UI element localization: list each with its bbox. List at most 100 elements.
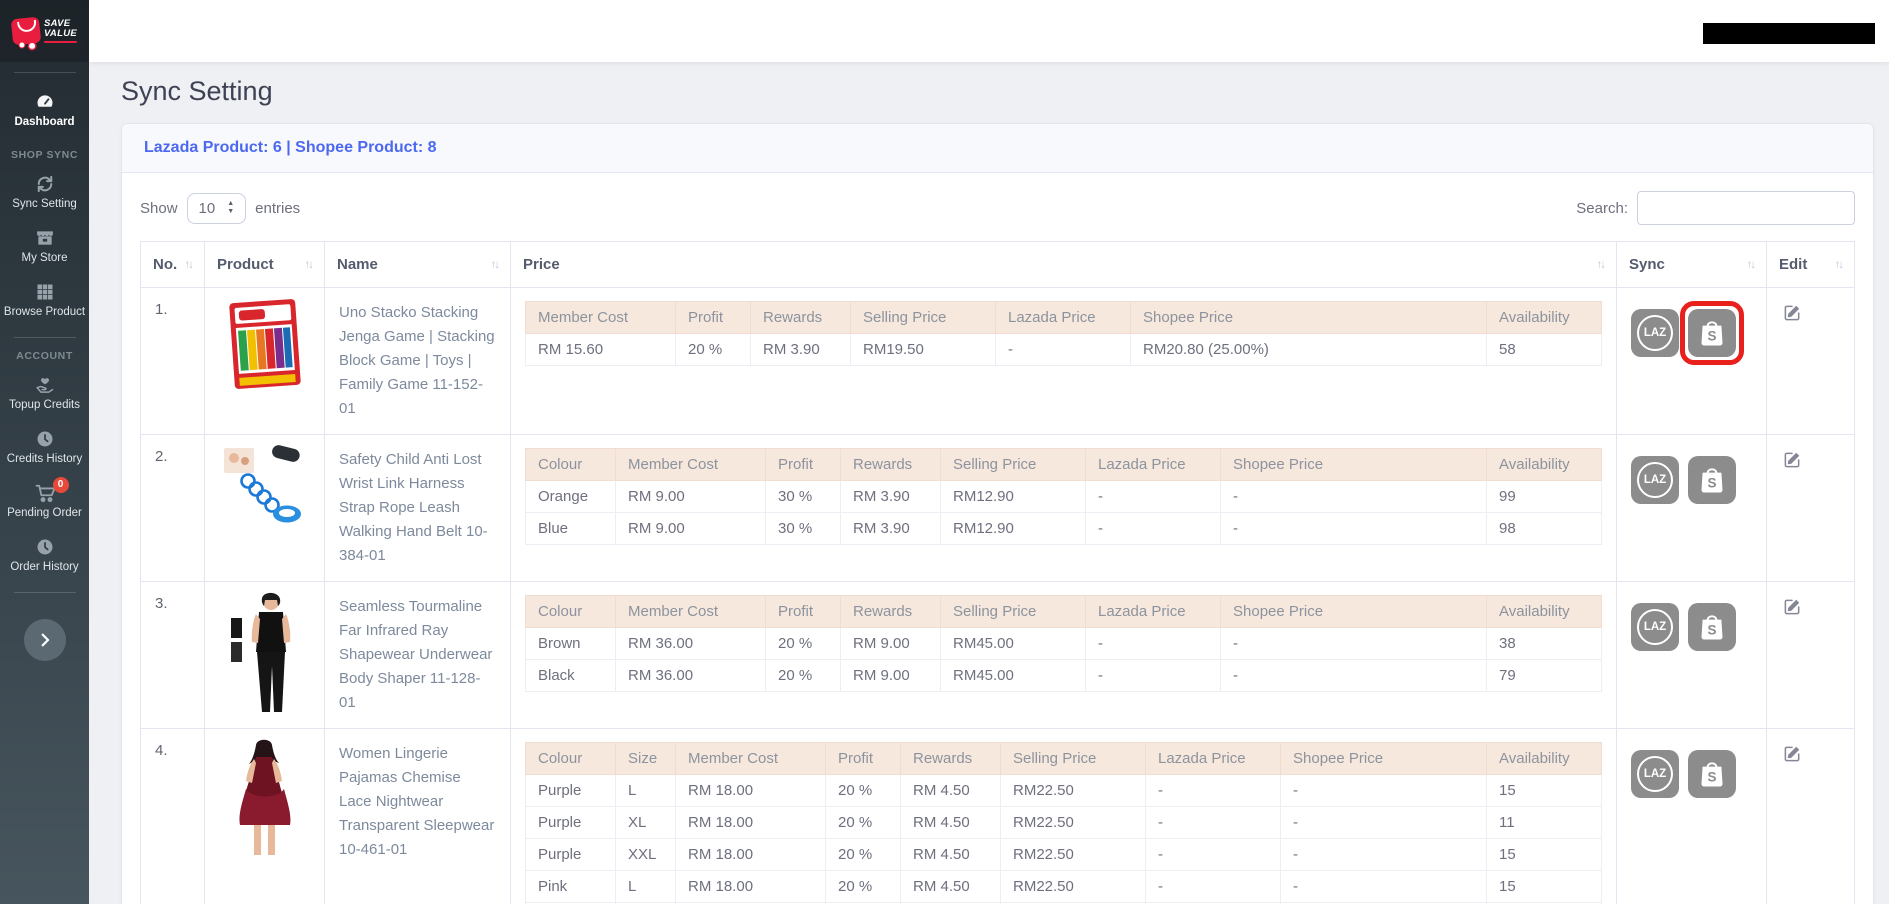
page-size-select[interactable]: 10 ▲ ▼: [186, 192, 247, 224]
price-column-colour: Colour: [525, 448, 616, 481]
price-cell: RM12.90: [940, 512, 1086, 545]
shopee-sync-button[interactable]: S: [1688, 750, 1736, 798]
price-cell: 11: [1486, 806, 1602, 839]
row-number: 3.: [140, 581, 205, 729]
sort-icon: ↑↓: [1834, 258, 1844, 271]
shopee-sync-button[interactable]: S: [1688, 603, 1736, 651]
column-header-price[interactable]: Price ↑↓: [510, 241, 1617, 288]
grid-icon: [35, 282, 55, 302]
store-icon: [35, 228, 55, 248]
sidebar-item-pending-order[interactable]: 0 Pending Order: [0, 474, 89, 528]
price-cell: 15: [1486, 838, 1602, 871]
price-cell: RM22.50: [1000, 870, 1146, 903]
price-cell: -: [1280, 806, 1487, 839]
table-controls: Show 10 ▲ ▼ entries Search:: [140, 191, 1855, 225]
column-header-name[interactable]: Name ↑↓: [324, 241, 511, 288]
price-cell: 20 %: [765, 659, 841, 692]
search-input[interactable]: [1637, 191, 1855, 225]
price-row: Blue RM 9.00 30 % RM 3.90 RM12.90- -98: [525, 512, 1602, 545]
price-cell: Pink: [525, 870, 616, 903]
lazada-sync-button[interactable]: LAZ: [1631, 603, 1679, 651]
price-cell: -: [1280, 870, 1487, 903]
price-cell: RM45.00: [940, 659, 1086, 692]
price-row: Brown RM 36.00 20 % RM 9.00 RM45.00- -38: [525, 627, 1602, 660]
edit-button[interactable]: [1781, 595, 1804, 621]
price-cell: -: [1280, 838, 1487, 871]
brand-logo[interactable]: SAVE VALUE: [0, 0, 89, 62]
lazada-sync-button[interactable]: LAZ: [1631, 456, 1679, 504]
cart-icon: 0: [35, 477, 69, 503]
sidebar-item-my-store[interactable]: My Store: [0, 219, 89, 273]
price-cell: RM 3.90: [840, 480, 941, 513]
price-column-colour: Colour: [525, 742, 616, 775]
price-cell: -: [1145, 870, 1281, 903]
price-cell: RM 3.90: [840, 512, 941, 545]
edit-button[interactable]: [1781, 742, 1804, 768]
price-cell: L: [615, 870, 676, 903]
column-header-product[interactable]: Product ↑↓: [204, 241, 325, 288]
price-column-selling-price: Selling Price: [940, 595, 1086, 628]
sidebar-item-browse-product[interactable]: Browse Product: [0, 273, 89, 327]
sidebar-expand-button[interactable]: [23, 619, 66, 661]
sidebar-item-topup-credits[interactable]: Topup Credits: [0, 366, 89, 420]
price-column-profit: Profit: [675, 301, 751, 334]
product-image: [215, 737, 314, 859]
product-image: [215, 590, 314, 716]
shopee-bag-icon: S: [1699, 613, 1725, 641]
lazada-sync-button[interactable]: LAZ: [1631, 750, 1679, 798]
row-number: 2.: [140, 434, 205, 582]
price-cell: 20 %: [675, 333, 751, 366]
clock-icon: [35, 537, 55, 557]
price-cell: -: [1085, 480, 1221, 513]
sidebar-item-sync-setting[interactable]: Sync Setting: [0, 165, 89, 219]
price-cell: -: [1220, 627, 1487, 660]
price-cell: RM 9.00: [615, 480, 766, 513]
price-cell: -: [1280, 774, 1487, 807]
price-cell: RM 18.00: [675, 870, 826, 903]
pencil-square-icon: [1783, 744, 1802, 763]
sidebar-item-credits-history[interactable]: Credits History: [0, 420, 89, 474]
price-column-shopee-price: Shopee Price: [1130, 301, 1487, 334]
edit-button[interactable]: [1781, 301, 1804, 327]
sync-setting-card: Lazada Product: 6 | Shopee Product: 8 Sh…: [121, 123, 1874, 904]
sort-icon: ↑↓: [1746, 258, 1756, 271]
price-row: RM 15.60 20 % RM 3.90 RM19.50- RM20.80 (25.0…: [525, 333, 1602, 366]
sidebar-item-label: Browse Product: [3, 306, 86, 318]
shopee-sync-button[interactable]: S: [1688, 456, 1736, 504]
shopee-sync-button[interactable]: S: [1688, 309, 1736, 357]
show-label: Show: [140, 199, 178, 217]
price-cell: RM 15.60: [525, 333, 676, 366]
lazada-sync-button[interactable]: LAZ: [1631, 309, 1679, 357]
product-row: 3. Seamless Tourmaline Far Infrared Ray …: [140, 581, 1855, 729]
price-cell: RM 9.00: [615, 512, 766, 545]
price-cell: RM 4.50: [900, 838, 1001, 871]
price-detail-table: Colour Member Cost Profit Rewards Selling Pr…: [525, 595, 1602, 692]
price-cell: 20 %: [765, 627, 841, 660]
price-row: Purple XL RM 18.00 20 % RM 4.50 RM22.50- -11: [525, 806, 1602, 839]
edit-button[interactable]: [1781, 448, 1804, 474]
lazada-icon: LAZ: [1637, 756, 1673, 792]
svg-text:S: S: [1707, 329, 1716, 344]
shopee-button-wrap: S: [1680, 595, 1744, 659]
price-cell: -: [1085, 512, 1221, 545]
price-cell: 20 %: [825, 774, 901, 807]
sidebar-item-label: Sync Setting: [12, 198, 77, 210]
sidebar-section-account: ACCOUNT: [16, 350, 73, 362]
sidebar-item-label: Credits History: [6, 453, 83, 465]
speedometer-icon: [35, 92, 55, 112]
price-cell: 99: [1486, 480, 1602, 513]
pencil-square-icon: [1783, 450, 1802, 469]
pencil-square-icon: [1783, 597, 1802, 616]
price-column-profit: Profit: [765, 448, 841, 481]
column-header-sync[interactable]: Sync ↑↓: [1616, 241, 1767, 288]
column-header-edit[interactable]: Edit ↑↓: [1766, 241, 1855, 288]
price-cell: 79: [1486, 659, 1602, 692]
sidebar-item-order-history[interactable]: Order History: [0, 528, 89, 582]
column-header-no-[interactable]: No. ↑↓: [140, 241, 205, 288]
price-column-shopee-price: Shopee Price: [1280, 742, 1487, 775]
price-column-rewards: Rewards: [840, 595, 941, 628]
price-cell: 98: [1486, 512, 1602, 545]
price-column-member-cost: Member Cost: [615, 595, 766, 628]
sidebar-item-dashboard[interactable]: Dashboard: [0, 83, 89, 137]
chevron-right-icon: [36, 631, 54, 649]
